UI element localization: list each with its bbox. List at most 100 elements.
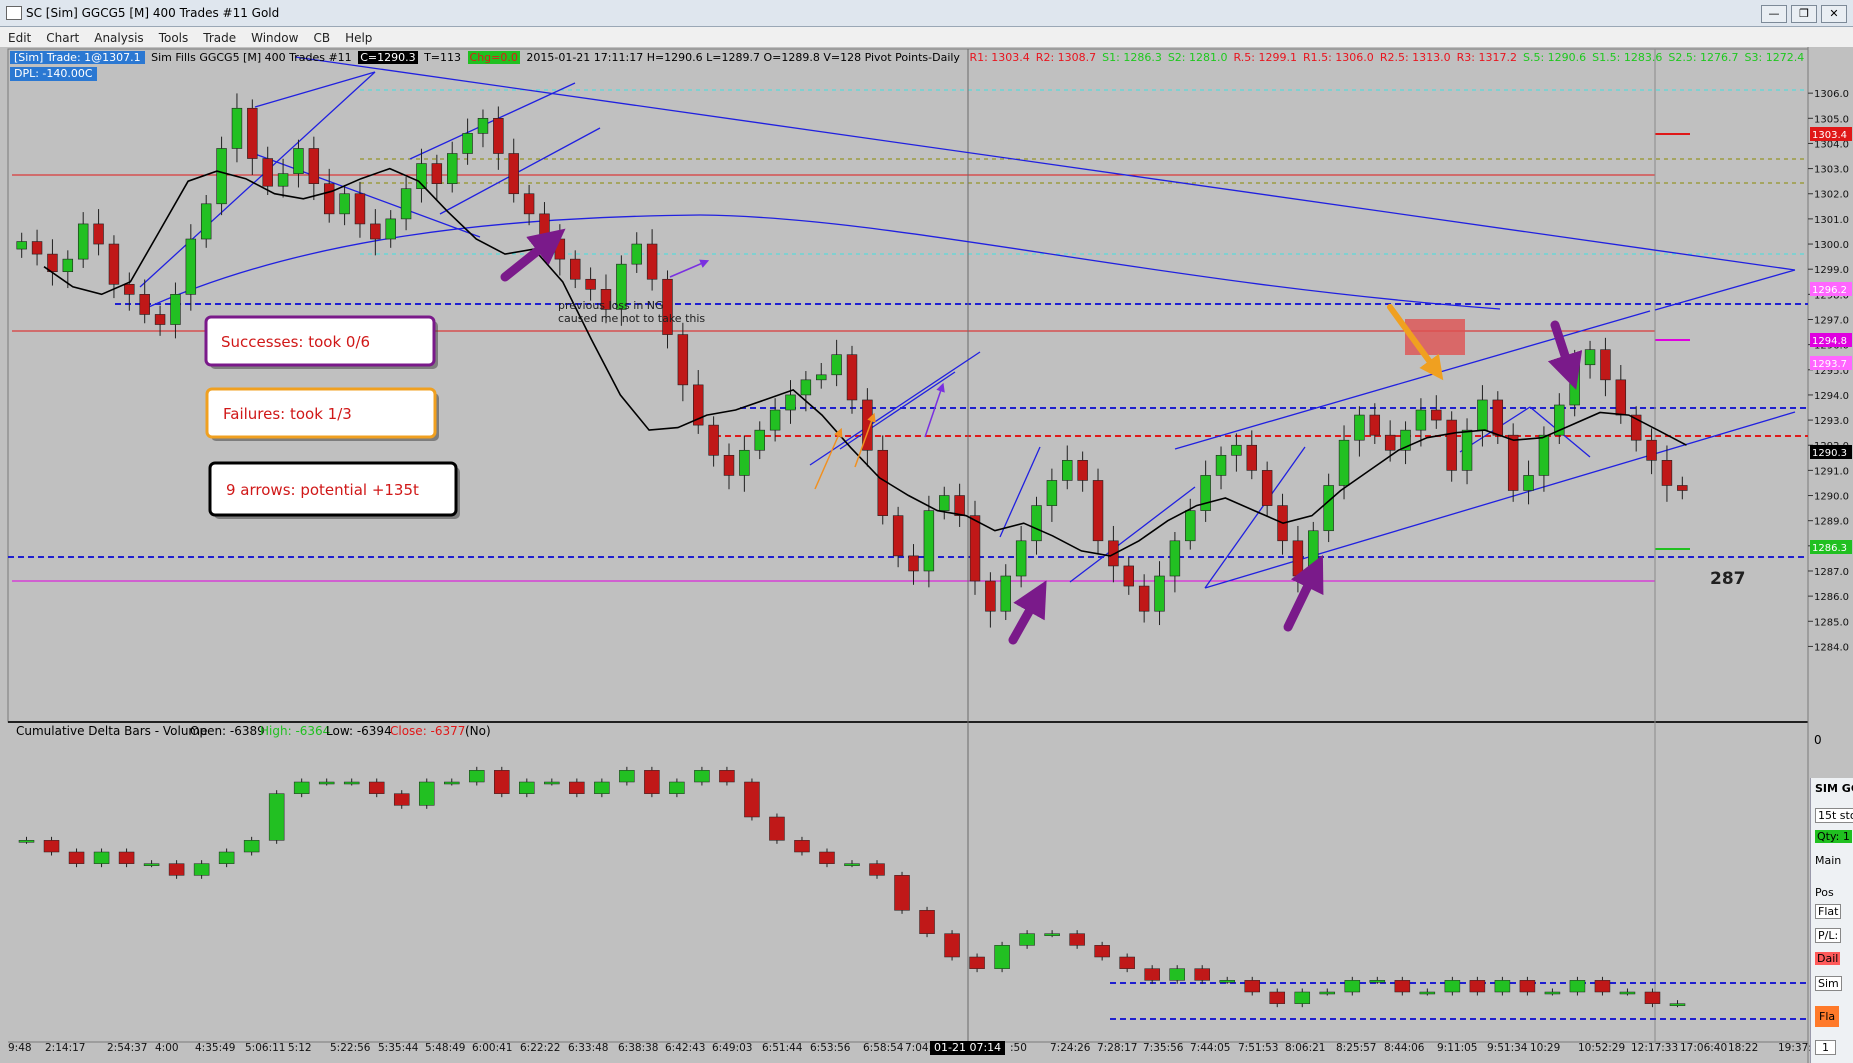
- candle-body: [570, 258, 581, 280]
- candle-body: [677, 334, 689, 386]
- menu-window[interactable]: Window: [243, 29, 305, 45]
- minimize-button[interactable]: —: [1761, 5, 1787, 23]
- candle-body: [1615, 379, 1627, 416]
- candle-body: [216, 148, 227, 205]
- candle-body: [1231, 444, 1242, 456]
- note-line-2: caused me not to take this: [558, 312, 705, 325]
- delta-body: [193, 863, 210, 876]
- x-tick-label: 12:17:33: [1631, 1042, 1678, 1054]
- delta-body: [68, 851, 85, 864]
- delta-body: [1119, 956, 1135, 969]
- x-tick-label: 2:14:17: [45, 1042, 85, 1054]
- menu-edit[interactable]: Edit: [0, 29, 38, 45]
- candle-body: [200, 203, 212, 240]
- last-price-label: 1290.3: [1812, 448, 1847, 459]
- x-tick-label: 8:06:21: [1285, 1042, 1325, 1054]
- quantity-input[interactable]: 1: [1815, 1040, 1836, 1055]
- candle-body: [370, 223, 381, 240]
- delta-body: [744, 781, 760, 818]
- lower-panel-high: High: -6364: [260, 724, 330, 738]
- menu-trade[interactable]: Trade: [195, 29, 243, 45]
- candle-body: [1015, 540, 1027, 577]
- delta-body: [569, 781, 585, 794]
- y-tick-label: 1294.0: [1814, 391, 1849, 402]
- candle-body: [1154, 575, 1165, 612]
- candle-body: [293, 148, 304, 174]
- candle-body: [262, 158, 273, 187]
- candle-body: [877, 449, 888, 516]
- candle-body: [1092, 480, 1104, 542]
- x-tick-label: 4:35:49: [195, 1042, 235, 1054]
- candle-body: [1323, 485, 1334, 532]
- candle-body: [1338, 439, 1350, 486]
- main-tab[interactable]: Main: [1815, 854, 1841, 867]
- delta-body: [1469, 980, 1486, 993]
- successes-box: Successes: took 0/6: [204, 315, 438, 369]
- candle-body: [154, 314, 166, 325]
- flatten-button[interactable]: Fla: [1815, 1006, 1840, 1027]
- y-tick-label: 1301.0: [1814, 215, 1849, 226]
- menu-help[interactable]: Help: [337, 29, 379, 45]
- close-button[interactable]: ✕: [1821, 5, 1847, 23]
- candle-body: [1661, 460, 1673, 486]
- chart-area[interactable]: 1306.0 1305.0 1304.0 1303.0 1302.0 1301.0 1300…: [0, 47, 1853, 1063]
- candle-body: [385, 218, 396, 240]
- menu-tools[interactable]: Tools: [151, 29, 196, 45]
- delta-body: [1394, 980, 1411, 993]
- menu-cb[interactable]: CB: [305, 29, 337, 45]
- delta-body: [1419, 991, 1436, 995]
- candle-body: [1123, 565, 1134, 587]
- y-tick-label: 1287.0: [1814, 567, 1849, 578]
- position-value: Flat: [1815, 904, 1842, 919]
- y-tick-label: 1305.0: [1814, 114, 1849, 125]
- delta-body: [18, 840, 35, 843]
- x-tick-label: :50: [1010, 1042, 1027, 1054]
- candle-body: [1415, 409, 1427, 431]
- delta-body: [769, 816, 785, 841]
- candle-body: [646, 243, 658, 280]
- x-tick-label: 7:44:05: [1190, 1042, 1230, 1054]
- pivot-item: R1.5: 1306.0: [1302, 51, 1374, 64]
- delta-body: [544, 781, 560, 785]
- delta-body: [1219, 980, 1235, 983]
- delta-body: [1044, 933, 1060, 936]
- strategy-select[interactable]: 15t sto: [1815, 808, 1853, 823]
- side-panel-title: SIM GC: [1815, 782, 1853, 795]
- candle-body: [1600, 349, 1611, 381]
- menu-analysis[interactable]: Analysis: [86, 29, 150, 45]
- menu-bar: Edit Chart Analysis Tools Trade Window CB Help: [0, 27, 1853, 48]
- x-tick-label: 8:44:06: [1384, 1042, 1425, 1054]
- candle-body: [1292, 540, 1304, 577]
- delta-body: [1269, 991, 1286, 1004]
- candle-body: [1031, 505, 1042, 542]
- candle-body: [785, 394, 796, 411]
- delta-body: [1519, 980, 1536, 993]
- delta-body: [594, 781, 610, 794]
- candle-body: [108, 243, 120, 285]
- menu-chart[interactable]: Chart: [38, 29, 86, 45]
- header-info-1: Sim Fills GGCG5 [M] 400 Trades #11: [151, 51, 352, 64]
- candle-body: [31, 241, 43, 255]
- y-tick-label: 1284.0: [1814, 642, 1849, 653]
- maximize-button[interactable]: ❐: [1791, 5, 1817, 23]
- account-value: Sim: [1815, 976, 1842, 991]
- pivot-price-label-2: 1293.7: [1812, 359, 1847, 370]
- qty-field[interactable]: Qty: 1: [1815, 830, 1852, 843]
- candle-body: [16, 241, 27, 250]
- candle-body: [754, 429, 765, 451]
- candle-body: [1261, 470, 1273, 506]
- candle-body: [247, 107, 258, 159]
- arrows-summary-text: 9 arrows: potential +135t: [226, 481, 419, 499]
- delta-body: [143, 863, 160, 866]
- delta-body: [168, 863, 185, 876]
- candle-body: [1538, 434, 1550, 476]
- x-tick-label: 10:52:29: [1578, 1042, 1625, 1054]
- window-controls: — ❐ ✕: [1757, 2, 1847, 23]
- y-tick-label: 1299.0: [1814, 265, 1849, 276]
- candle-body: [170, 294, 181, 325]
- x-tick-label: 6:49:03: [712, 1042, 752, 1054]
- delta-body: [1094, 945, 1110, 958]
- trade-side-panel: SIM GC 15t sto Qty: 1 Main Pos Flat P/L:…: [1810, 778, 1853, 1063]
- delta-body: [894, 875, 910, 911]
- delta-body: [469, 770, 485, 783]
